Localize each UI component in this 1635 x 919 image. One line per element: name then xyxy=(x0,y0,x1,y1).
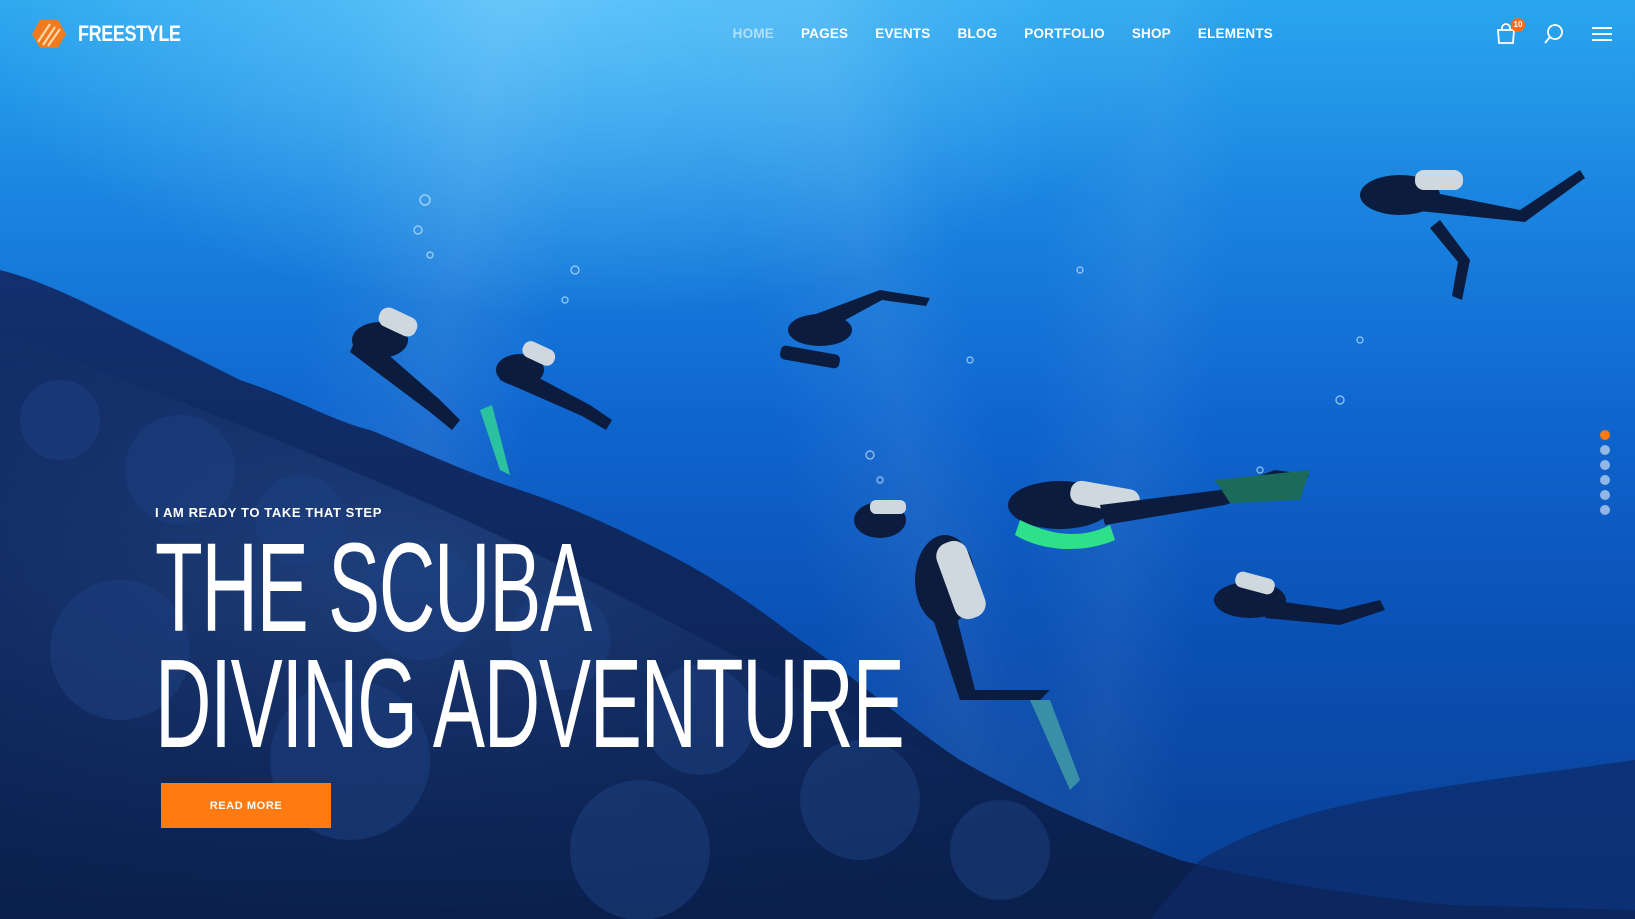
hero-background-image xyxy=(0,0,1635,919)
menu-button[interactable] xyxy=(1589,20,1615,48)
read-more-button[interactable]: READ MORE xyxy=(161,783,331,828)
brand-logo[interactable]: FREESTYLE xyxy=(32,18,203,50)
hero-content: I AM READY TO TAKE THAT STEP THE SCUBA D… xyxy=(155,505,1362,774)
nav-blog[interactable]: BLOG xyxy=(957,26,997,41)
nav-home[interactable]: HOME xyxy=(733,26,774,41)
hero-headline-line-2: DIVING ADVENTURE xyxy=(155,633,905,774)
nav-pages[interactable]: PAGES xyxy=(801,26,848,41)
nav-shop[interactable]: SHOP xyxy=(1132,26,1171,41)
nav-events[interactable]: EVENTS xyxy=(875,26,930,41)
hero-headline: THE SCUBA DIVING ADVENTURE xyxy=(155,517,905,774)
underwater-scene xyxy=(0,170,1635,919)
cart-button[interactable]: 10 xyxy=(1493,18,1525,48)
slider-dot-6[interactable] xyxy=(1600,505,1610,515)
slider-dot-2[interactable] xyxy=(1600,445,1610,455)
search-icon xyxy=(1544,24,1563,44)
header-actions: 10 xyxy=(1493,18,1615,48)
slider-dot-5[interactable] xyxy=(1600,490,1610,500)
main-nav: HOME PAGES EVENTS BLOG PORTFOLIO SHOP EL… xyxy=(733,26,1273,41)
cart-count-badge: 10 xyxy=(1511,18,1525,32)
site-header: FREESTYLE HOME PAGES EVENTS BLOG PORTFOL… xyxy=(0,0,1635,72)
slider-dot-4[interactable] xyxy=(1600,475,1610,485)
nav-elements[interactable]: ELEMENTS xyxy=(1198,26,1273,41)
nav-portfolio[interactable]: PORTFOLIO xyxy=(1024,26,1105,41)
search-button[interactable] xyxy=(1541,20,1567,48)
hero-headline-line-1: THE SCUBA xyxy=(155,517,592,658)
brand-name: FREESTYLE xyxy=(78,21,181,46)
freestyle-logo-icon xyxy=(32,20,66,48)
bubbles xyxy=(413,194,1364,484)
slider-dot-1[interactable] xyxy=(1600,430,1610,440)
slider-dot-3[interactable] xyxy=(1600,460,1610,470)
hamburger-menu-icon xyxy=(1592,27,1612,41)
slider-pagination xyxy=(1600,430,1610,515)
